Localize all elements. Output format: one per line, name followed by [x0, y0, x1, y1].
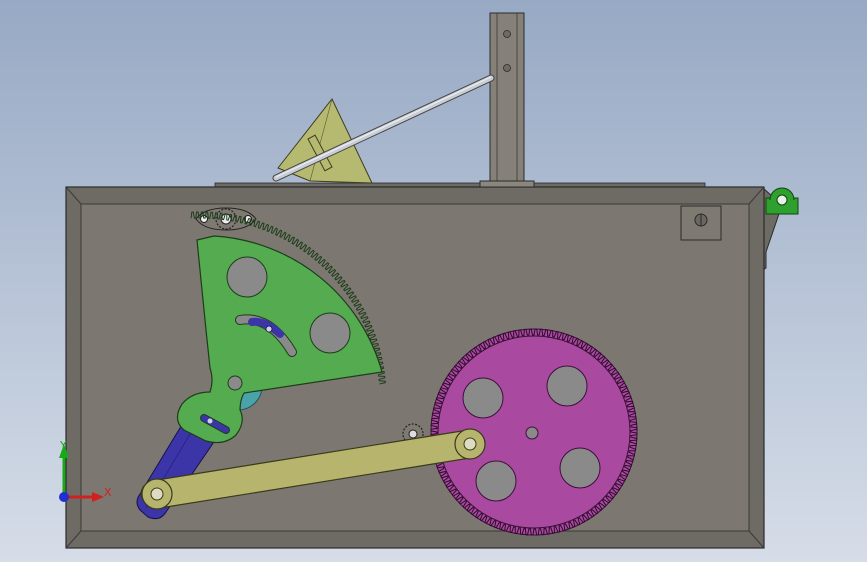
- triad-y-label: Y: [59, 439, 67, 452]
- green-bracket[interactable]: [765, 187, 799, 215]
- large-gear-hole-1: [462, 377, 504, 419]
- large-gear-hole-3: [559, 447, 601, 489]
- post-base: [479, 180, 535, 188]
- support-rod[interactable]: [272, 74, 495, 182]
- top-pinion-flange[interactable]: [195, 207, 257, 231]
- large-gear-hole-4: [475, 460, 517, 502]
- vertical-post[interactable]: [479, 12, 535, 188]
- post-hole-lower: [503, 64, 511, 72]
- triad-x-label: X: [104, 486, 112, 499]
- large-gear-center-hole: [525, 426, 539, 440]
- post-hole-top: [503, 30, 511, 38]
- large-gear-hole-2: [546, 365, 588, 407]
- sector-pivot-hole: [227, 375, 243, 391]
- mounting-plate[interactable]: [680, 205, 722, 241]
- sector-hole-top: [226, 256, 268, 298]
- mechanism-assembly-view[interactable]: Y X: [0, 0, 867, 562]
- cad-viewport[interactable]: Y X: [0, 0, 867, 562]
- sector-hole-right: [309, 312, 351, 354]
